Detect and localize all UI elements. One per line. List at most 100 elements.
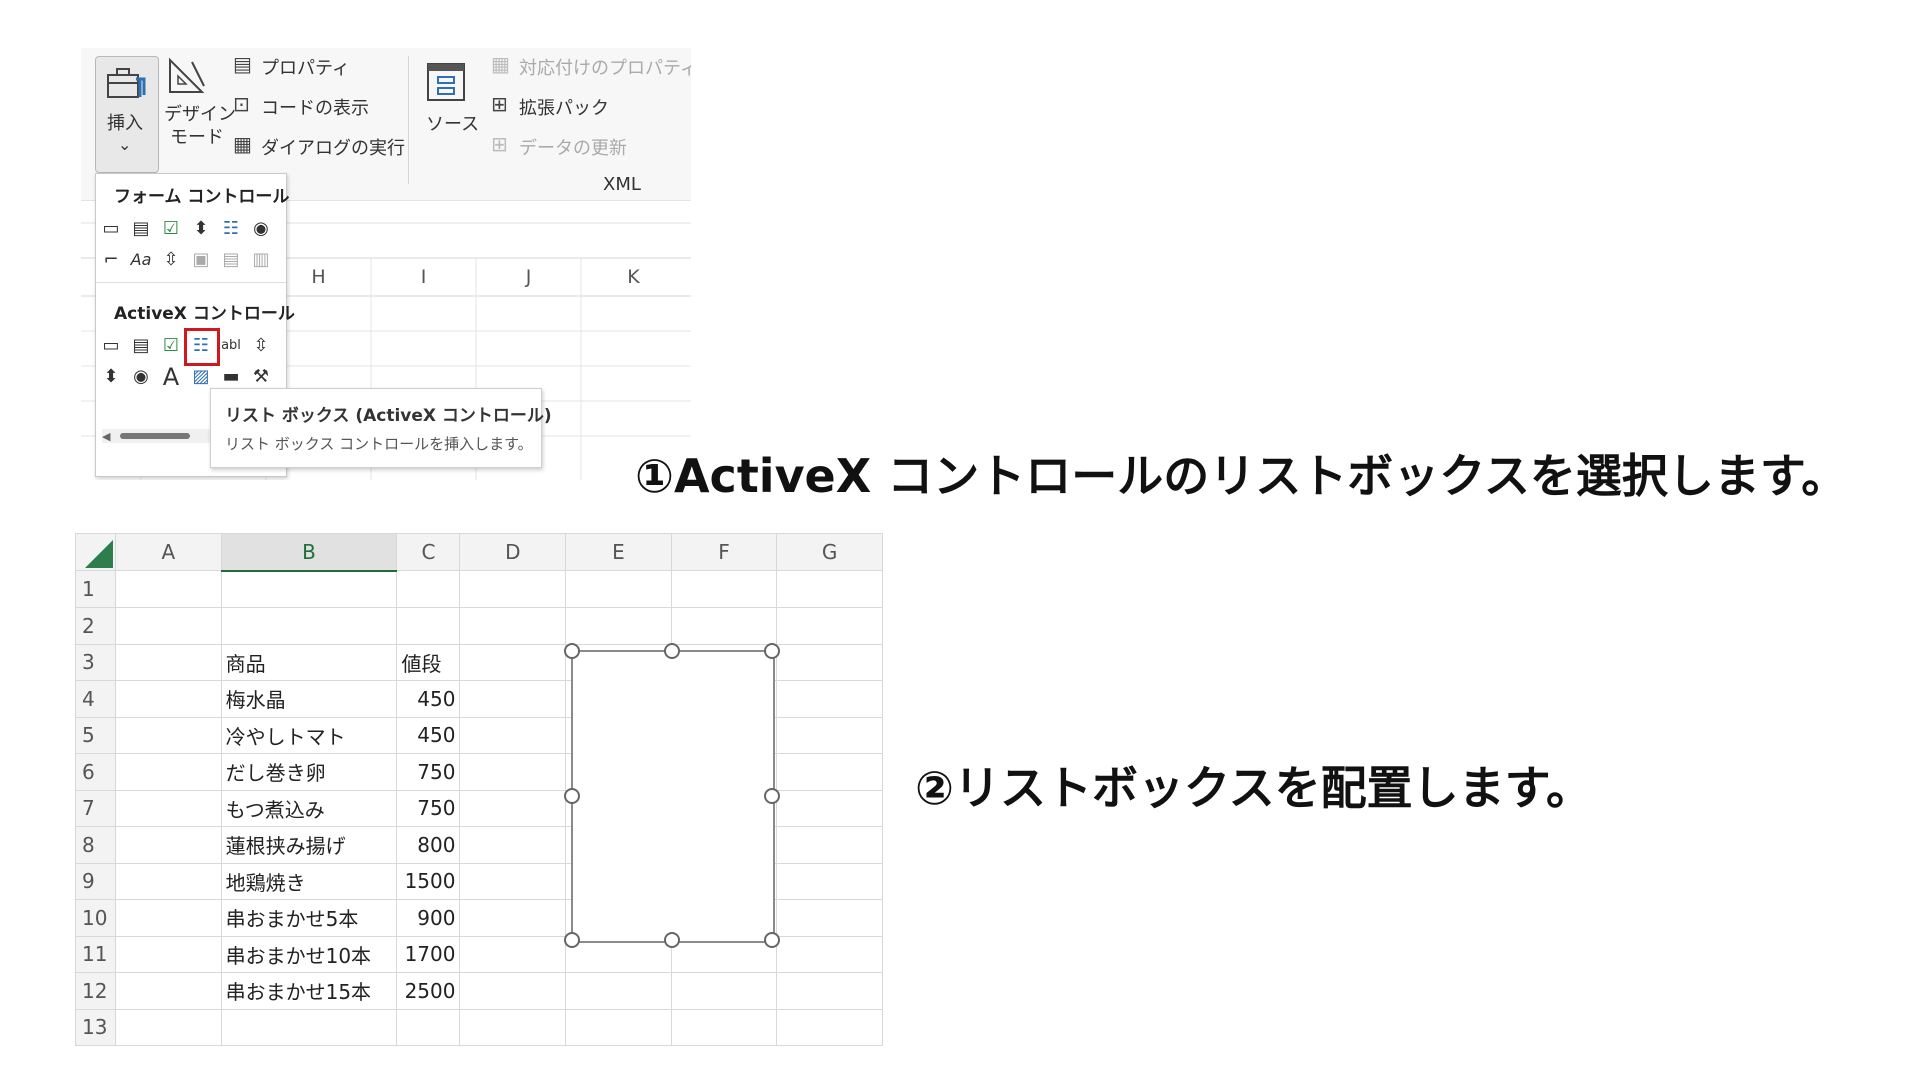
cell-g[interactable] bbox=[776, 753, 883, 791]
cell-d[interactable] bbox=[459, 826, 567, 864]
cell-d[interactable] bbox=[459, 643, 567, 681]
resize-handle-bottom[interactable] bbox=[664, 932, 680, 948]
cell-c[interactable]: 値段 bbox=[396, 643, 461, 681]
cell-c[interactable]: 750 bbox=[396, 789, 461, 827]
form-button-icon[interactable]: ▭ bbox=[100, 218, 122, 240]
cell-c[interactable]: 900 bbox=[396, 899, 461, 937]
row-header[interactable]: 9 bbox=[75, 862, 116, 900]
resize-handle-top[interactable] bbox=[664, 643, 680, 659]
cell-g[interactable] bbox=[776, 972, 883, 1010]
cell-b[interactable]: 蓮根挟み揚げ bbox=[220, 826, 398, 864]
cell-b[interactable] bbox=[220, 1008, 398, 1046]
activex-scrollbar-icon[interactable]: ⇳ bbox=[250, 335, 272, 357]
cell-g[interactable] bbox=[776, 643, 883, 681]
cell-a[interactable] bbox=[114, 826, 222, 864]
row-header[interactable]: 13 bbox=[75, 1008, 116, 1046]
cell-c[interactable] bbox=[396, 1008, 461, 1046]
activex-spinbutton-icon[interactable]: ⬍ bbox=[100, 366, 122, 388]
cell-c[interactable] bbox=[396, 607, 461, 645]
row-header[interactable]: 4 bbox=[75, 680, 116, 718]
cell-d[interactable] bbox=[459, 972, 567, 1010]
activex-option-button-icon[interactable]: ◉ bbox=[130, 366, 152, 388]
cell-b[interactable]: だし巻き卵 bbox=[220, 753, 398, 791]
column-header-j[interactable]: J bbox=[476, 258, 581, 296]
form-spinner-icon[interactable]: ⬍ bbox=[190, 218, 212, 240]
activex-combobox-icon[interactable]: ▤ bbox=[130, 335, 152, 357]
run-dialog-button[interactable]: ダイアログの実行 bbox=[261, 134, 405, 160]
cell-c[interactable]: 750 bbox=[396, 753, 461, 791]
row-header[interactable]: 7 bbox=[75, 789, 116, 827]
column-header-g[interactable]: G bbox=[776, 533, 883, 571]
cell-f[interactable] bbox=[670, 972, 778, 1010]
cell-g[interactable] bbox=[776, 935, 883, 973]
cell-c[interactable]: 1500 bbox=[396, 862, 461, 900]
column-header-i[interactable]: I bbox=[371, 258, 476, 296]
activex-textbox-icon[interactable]: abl bbox=[220, 335, 242, 357]
cell-b[interactable]: もつ煮込み bbox=[220, 789, 398, 827]
cell-c[interactable]: 800 bbox=[396, 826, 461, 864]
insert-control-button[interactable]: 挿入 ⌄ bbox=[95, 56, 159, 173]
activex-more-controls-icon[interactable]: ⚒ bbox=[250, 366, 272, 388]
form-combobox-icon[interactable]: ▤ bbox=[130, 218, 152, 240]
expansion-packs-button[interactable]: 拡張パック bbox=[519, 94, 609, 120]
scroll-left-icon[interactable]: ◀ bbox=[102, 430, 110, 443]
cell-d[interactable] bbox=[459, 935, 567, 973]
cell-d[interactable] bbox=[459, 753, 567, 791]
select-all-corner[interactable] bbox=[75, 533, 116, 571]
cell-g[interactable] bbox=[776, 789, 883, 827]
cell-d[interactable] bbox=[459, 1008, 567, 1046]
activex-image-icon[interactable]: ▨ bbox=[190, 366, 212, 388]
cell-c[interactable]: 450 bbox=[396, 680, 461, 718]
column-header-c[interactable]: C bbox=[396, 533, 461, 571]
row-header[interactable]: 12 bbox=[75, 972, 116, 1010]
activex-label-icon[interactable]: A bbox=[160, 365, 182, 389]
cell-a[interactable] bbox=[114, 716, 222, 754]
form-checkbox-icon[interactable]: ☑ bbox=[160, 218, 182, 240]
cell-d[interactable] bbox=[459, 899, 567, 937]
cell-a[interactable] bbox=[114, 862, 222, 900]
column-header-k[interactable]: K bbox=[581, 258, 686, 296]
placed-listbox-control[interactable] bbox=[571, 650, 775, 943]
activex-togglebutton-icon[interactable]: ▬ bbox=[220, 366, 242, 388]
cell-d[interactable] bbox=[459, 716, 567, 754]
activex-button-icon[interactable]: ▭ bbox=[100, 335, 122, 357]
cell-a[interactable] bbox=[114, 753, 222, 791]
cell-b[interactable]: 串おまかせ5本 bbox=[220, 899, 398, 937]
cell-g[interactable] bbox=[776, 607, 883, 645]
row-header[interactable]: 6 bbox=[75, 753, 116, 791]
cell-e[interactable] bbox=[565, 1008, 672, 1046]
row-header[interactable]: 8 bbox=[75, 826, 116, 864]
form-listbox-icon[interactable]: ☷ bbox=[220, 218, 242, 240]
cell-b[interactable]: 梅水晶 bbox=[220, 680, 398, 718]
cell-a[interactable] bbox=[114, 570, 222, 608]
cell-b[interactable]: 冷やしトマト bbox=[220, 716, 398, 754]
cell-g[interactable] bbox=[776, 680, 883, 718]
row-header[interactable]: 2 bbox=[75, 607, 116, 645]
activex-checkbox-icon[interactable]: ☑ bbox=[160, 335, 182, 357]
cell-f[interactable] bbox=[670, 1008, 778, 1046]
cell-d[interactable] bbox=[459, 607, 567, 645]
row-header[interactable]: 11 bbox=[75, 935, 116, 973]
cell-a[interactable] bbox=[114, 899, 222, 937]
form-option-button-icon[interactable]: ◉ bbox=[250, 218, 272, 240]
cell-a[interactable] bbox=[114, 789, 222, 827]
row-header[interactable]: 1 bbox=[75, 570, 116, 608]
cell-g[interactable] bbox=[776, 716, 883, 754]
cell-b[interactable] bbox=[220, 570, 398, 608]
row-header[interactable]: 10 bbox=[75, 899, 116, 937]
cell-g[interactable] bbox=[776, 899, 883, 937]
cell-g[interactable] bbox=[776, 826, 883, 864]
cell-d[interactable] bbox=[459, 789, 567, 827]
cell-f[interactable] bbox=[670, 570, 778, 608]
cell-a[interactable] bbox=[114, 935, 222, 973]
xml-source-icon[interactable] bbox=[426, 62, 466, 102]
row-header[interactable]: 5 bbox=[75, 716, 116, 754]
cell-c[interactable] bbox=[396, 570, 461, 608]
row-header[interactable]: 3 bbox=[75, 643, 116, 681]
resize-handle-top-right[interactable] bbox=[764, 643, 780, 659]
cell-c[interactable]: 450 bbox=[396, 716, 461, 754]
cell-a[interactable] bbox=[114, 972, 222, 1010]
cell-e[interactable] bbox=[565, 972, 672, 1010]
properties-button[interactable]: プロパティ bbox=[261, 54, 350, 80]
view-code-button[interactable]: コードの表示 bbox=[261, 94, 369, 120]
